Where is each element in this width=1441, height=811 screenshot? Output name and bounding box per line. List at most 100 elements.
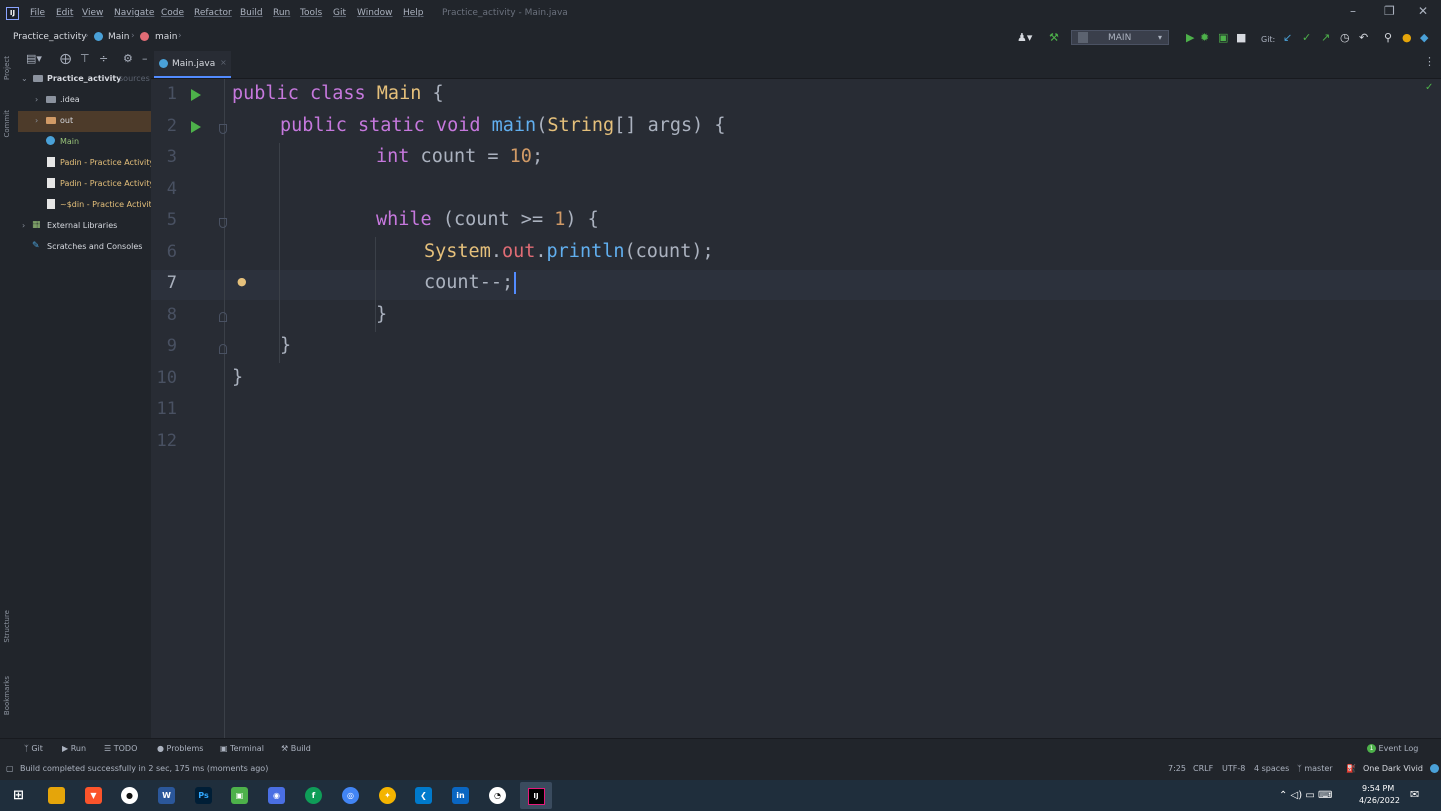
expand-all-icon[interactable]: ⊤ [80,52,90,65]
close-tab-icon[interactable]: × [220,58,227,67]
code-line-7[interactable]: count--; [424,272,517,294]
menu-help[interactable]: Help [403,8,424,18]
fold-end-icon[interactable] [219,312,227,322]
view-mode-icon[interactable]: ▤▾ [26,52,42,65]
clock-time[interactable]: 9:54 PM [1362,784,1394,793]
tree-item-file[interactable]: ~$din - Practice Activity [18,195,151,216]
lightbulb-icon[interactable]: ● [237,275,247,288]
tree-root-project[interactable]: ⌄ Practice_activity sources [18,69,151,90]
stop-icon[interactable]: ■ [1236,31,1246,44]
menu-edit[interactable]: Edit [56,8,73,18]
tree-item-file[interactable]: Padin - Practice Activity [18,174,151,195]
hide-panel-icon[interactable]: – [142,52,148,65]
windows-start-icon[interactable]: ⊞ [10,787,27,804]
jetbrains-icon[interactable]: ◆ [1420,31,1428,44]
build-hammer-icon[interactable]: ⚒ [1049,31,1059,44]
breadcrumb-class[interactable]: Main [108,32,130,42]
chrome-icon[interactable]: ◎ [342,787,359,804]
intellij-taskbar-icon[interactable]: IJ [520,782,552,809]
settings-gear-icon[interactable]: ⚙ [123,52,133,65]
word-icon[interactable]: W [158,787,175,804]
code-line-1[interactable]: public class Main { [232,83,444,104]
git-push-icon[interactable]: ↗ [1321,31,1330,44]
tree-item-main[interactable]: Main [18,132,151,153]
tool-build[interactable]: ⚒ Build [281,744,311,753]
menu-window[interactable]: Window [357,8,393,18]
app-icon[interactable]: f [305,787,322,804]
updates-icon[interactable]: ● [1402,31,1412,44]
close-button[interactable]: ✕ [1418,4,1428,18]
code-line-8[interactable]: } [376,304,387,325]
image-app-icon[interactable]: ▣ [231,787,248,804]
fold-end-icon[interactable] [219,344,227,354]
menu-git[interactable]: Git [333,8,346,18]
file-explorer-icon[interactable] [48,787,65,804]
run-configuration-select[interactable]: MAIN ▾ [1071,30,1169,45]
code-line-2[interactable]: public static void main(String[] args) { [280,115,726,136]
side-tab-project[interactable]: Project [3,56,11,80]
git-update-icon[interactable]: ↙ [1283,31,1292,44]
vscode-icon[interactable]: ❮ [415,787,432,804]
caret-position[interactable]: 7:25 [1168,764,1186,773]
line-separator[interactable]: CRLF [1193,764,1213,773]
search-icon[interactable]: ⚲ [1384,31,1392,44]
clock-date[interactable]: 4/26/2022 [1359,796,1400,805]
side-tab-structure[interactable]: Structure [3,610,11,643]
file-encoding[interactable]: UTF-8 [1222,764,1245,773]
run-icon[interactable]: ▶ [1186,31,1194,44]
tool-git[interactable]: ᛉ Git [24,744,43,753]
run-class-icon[interactable] [191,89,201,101]
coverage-icon[interactable]: ▣ [1218,31,1228,44]
side-tab-commit[interactable]: Commit [3,110,11,138]
side-tab-bookmarks[interactable]: Bookmarks [3,676,11,715]
fold-icon[interactable] [219,124,227,134]
tab-main-java[interactable]: Main.java × [154,51,231,78]
git-branch[interactable]: ᛉ master [1297,764,1333,773]
restore-button[interactable]: ❐ [1384,4,1395,18]
status-message[interactable]: Build completed successfully in 2 sec, 1… [20,764,268,773]
menu-file[interactable]: File [30,8,45,18]
code-line-5[interactable]: while (count >= 1) { [376,209,599,230]
menu-view[interactable]: View [82,8,103,18]
code-line-6[interactable]: System.out.println(count); [424,241,714,262]
intellij-logo-icon[interactable]: IJ [6,7,19,20]
inspection-ok-icon[interactable]: ✓ [1425,82,1433,93]
rollback-icon[interactable]: ↶ [1359,31,1368,44]
debug-icon[interactable]: ✹ [1200,31,1209,44]
menu-tools[interactable]: Tools [300,8,322,18]
theme-name[interactable]: One Dark Vivid [1363,764,1423,773]
tool-todo[interactable]: ☰ TODO [104,744,137,753]
collapse-all-icon[interactable]: ÷ [99,52,108,65]
code-line-3[interactable]: int count = 10; [376,146,543,167]
app-icon[interactable]: ◉ [268,787,285,804]
tree-item-idea[interactable]: › .idea [18,90,151,111]
lock-icon[interactable]: ⛽ [1346,764,1356,773]
menu-run[interactable]: Run [273,8,290,18]
tool-terminal[interactable]: ▣ Terminal [220,744,264,753]
system-tray-icons[interactable]: ⌃ ◁) ▭ ⌨ [1279,790,1332,801]
more-tabs-icon[interactable]: ⋮ [1424,55,1435,68]
tree-item-file[interactable]: Padin - Practice Activity [18,153,151,174]
git-commit-icon[interactable]: ✓ [1302,31,1311,44]
github-icon[interactable]: ◔ [489,787,506,804]
tree-item-out[interactable]: › out [18,111,151,132]
history-icon[interactable]: ◷ [1340,31,1350,44]
minimize-button[interactable]: – [1350,4,1356,18]
tool-run[interactable]: ▶ Run [62,744,86,753]
linkedin-icon[interactable]: in [452,787,469,804]
menu-build[interactable]: Build [240,8,263,18]
menu-navigate[interactable]: Navigate [114,8,154,18]
menu-refactor[interactable]: Refactor [194,8,232,18]
panel-toggle-icon[interactable]: ▢ [6,764,14,773]
user-icon[interactable]: ♟▾ [1017,31,1032,44]
locate-icon[interactable]: ⨁ [60,52,71,65]
menu-code[interactable]: Code [161,8,184,18]
tree-scratches[interactable]: ✎ Scratches and Consoles [18,237,151,258]
app-icon[interactable]: ✦ [379,787,396,804]
breadcrumb-project[interactable]: Practice_activity [13,32,87,42]
photoshop-icon[interactable]: Ps [195,787,212,804]
app-icon[interactable]: ● [121,787,138,804]
code-line-9[interactable]: } [280,335,291,356]
tool-problems[interactable]: ● Problems [157,744,203,753]
tree-external-libraries[interactable]: › ▦ External Libraries [18,216,151,237]
